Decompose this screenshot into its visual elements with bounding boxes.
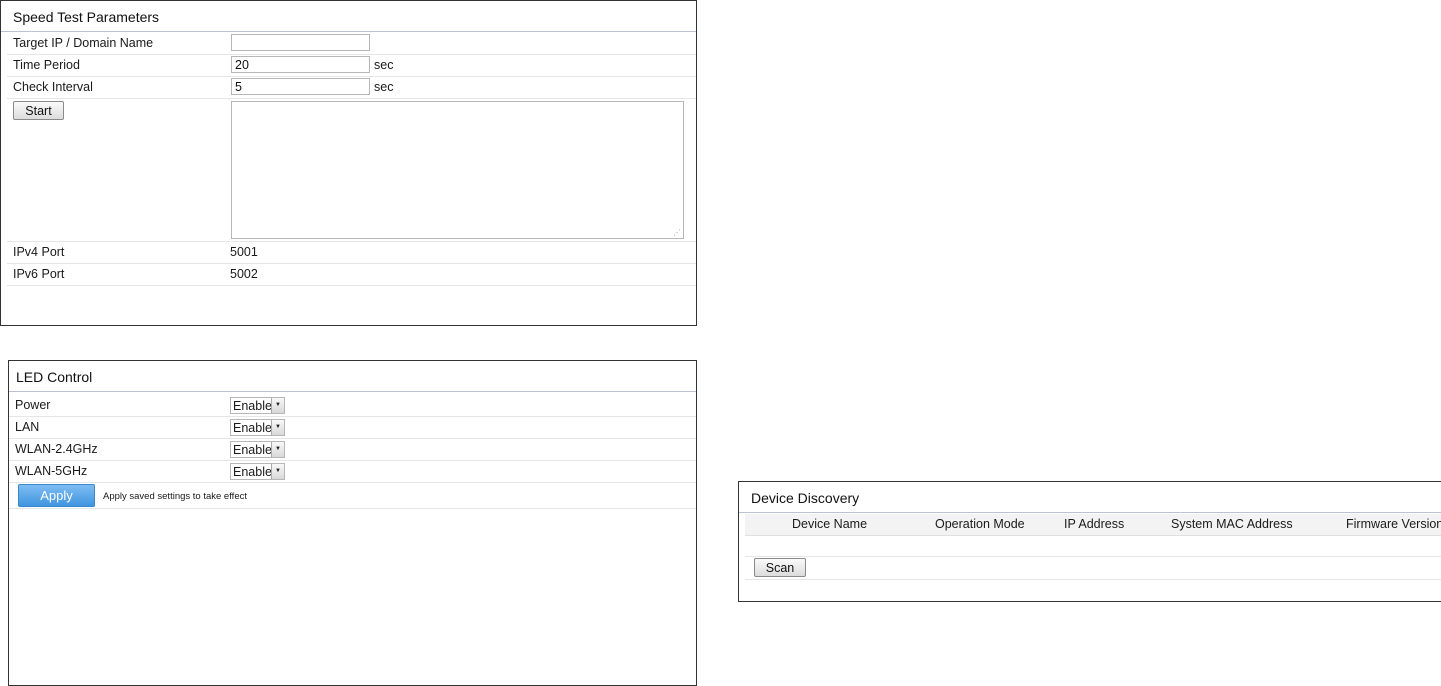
time-period-input[interactable]: [231, 56, 370, 73]
led-row-lan: LAN Enable ▼: [9, 417, 696, 439]
start-row: Start ⋰: [7, 99, 696, 242]
chevron-down-icon[interactable]: ▼: [271, 398, 284, 413]
led-label-wlan-24: WLAN-2.4GHz: [15, 442, 98, 456]
column-device-name: Device Name: [792, 517, 868, 531]
led-select-wlan-5-value: Enable: [233, 465, 272, 479]
led-label-wlan-5: WLAN-5GHz: [15, 464, 88, 478]
led-select-wlan-24-value: Enable: [233, 443, 272, 457]
speed-test-panel: Speed Test Parameters Target IP / Domain…: [0, 0, 697, 326]
time-period-unit: sec: [374, 58, 394, 72]
check-interval-unit: sec: [374, 80, 394, 94]
time-period-row: Time Period sec: [7, 55, 696, 77]
target-ip-row: Target IP / Domain Name: [7, 33, 696, 55]
device-empty-row: [745, 536, 1441, 557]
time-period-label: Time Period: [13, 58, 80, 72]
column-ip-address: IP Address: [1064, 517, 1125, 531]
led-label-lan: LAN: [15, 420, 40, 434]
led-select-wlan-5[interactable]: Enable ▼: [230, 463, 285, 480]
chevron-down-icon[interactable]: ▼: [271, 420, 284, 435]
check-interval-input[interactable]: [231, 78, 370, 95]
target-ip-input[interactable]: [231, 34, 370, 51]
led-row-wlan-24: WLAN-2.4GHz Enable ▼: [9, 439, 696, 461]
speed-test-title: Speed Test Parameters: [1, 1, 696, 32]
led-row-wlan-5: WLAN-5GHz Enable ▼: [9, 461, 696, 483]
led-select-lan[interactable]: Enable ▼: [230, 419, 285, 436]
apply-hint: Apply saved settings to take effect: [103, 491, 247, 502]
speed-test-output-textarea[interactable]: ⋰: [231, 101, 684, 239]
column-firmware-version: Firmware Version: [1346, 517, 1441, 531]
resize-grip-icon[interactable]: ⋰: [673, 229, 681, 237]
led-select-power-value: Enable: [233, 399, 272, 413]
led-select-power[interactable]: Enable ▼: [230, 397, 285, 414]
led-control-panel: LED Control Power Enable ▼ LAN Enable ▼ …: [8, 360, 697, 686]
ipv4-port-row: IPv4 Port 5001: [7, 242, 696, 264]
chevron-down-icon[interactable]: ▼: [271, 464, 284, 479]
led-select-wlan-24[interactable]: Enable ▼: [230, 441, 285, 458]
device-table-header: Device Name Operation Mode IP Address Sy…: [745, 514, 1441, 536]
led-select-lan-value: Enable: [233, 421, 272, 435]
device-discovery-panel: Device Discovery Device Name Operation M…: [738, 481, 1441, 602]
apply-row: Apply Apply saved settings to take effec…: [9, 483, 696, 509]
check-interval-row: Check Interval sec: [7, 77, 696, 99]
ipv6-port-value: 5002: [230, 267, 258, 281]
led-label-power: Power: [15, 398, 51, 412]
scan-row: Scan: [745, 557, 1441, 580]
led-control-title: LED Control: [9, 361, 696, 392]
led-row-power: Power Enable ▼: [9, 395, 696, 417]
chevron-down-icon[interactable]: ▼: [271, 442, 284, 457]
ipv6-port-label: IPv6 Port: [13, 267, 65, 281]
target-ip-label: Target IP / Domain Name: [13, 36, 154, 50]
column-mac-address: System MAC Address: [1171, 517, 1293, 531]
start-button[interactable]: Start: [13, 101, 64, 120]
ipv6-port-row: IPv6 Port 5002: [7, 264, 696, 286]
check-interval-label: Check Interval: [13, 80, 93, 94]
ipv4-port-label: IPv4 Port: [13, 245, 65, 259]
ipv4-port-value: 5001: [230, 245, 258, 259]
column-operation-mode: Operation Mode: [935, 517, 1025, 531]
scan-button[interactable]: Scan: [754, 558, 806, 577]
device-discovery-title: Device Discovery: [739, 482, 1441, 513]
apply-button[interactable]: Apply: [18, 484, 95, 507]
